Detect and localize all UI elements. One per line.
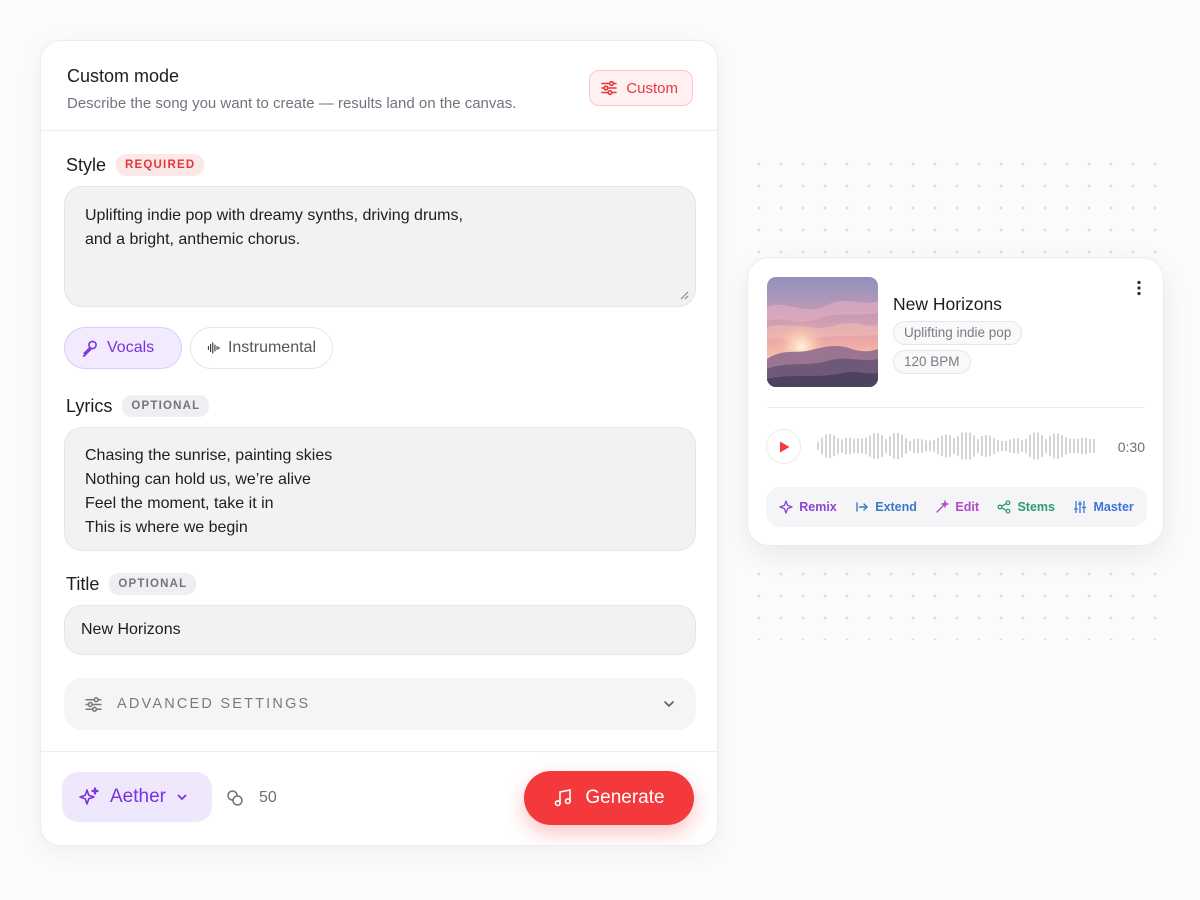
custom-mode-button[interactable]: Custom: [589, 70, 693, 106]
required-badge: REQUIRED: [116, 154, 205, 176]
remix-button[interactable]: Remix: [779, 500, 837, 514]
credits-indicator: 50: [225, 788, 277, 808]
extend-icon: [856, 502, 869, 512]
remix-icon: [779, 500, 793, 514]
album-cover-image: [767, 277, 878, 387]
master-button[interactable]: Master: [1073, 500, 1134, 514]
model-name: Aether: [110, 786, 166, 807]
style-text-line: Uplifting indie pop with dreamy synths, …: [85, 207, 463, 224]
lyrics-line: Chasing the sunrise, painting skies: [85, 447, 333, 464]
remix-label: Remix: [799, 500, 837, 514]
vocals-toggle[interactable]: Vocals: [64, 327, 182, 369]
music-note-icon: [555, 789, 572, 807]
lyrics-section-label: Lyrics OPTIONAL: [66, 395, 210, 417]
track-duration: 0:30: [1117, 439, 1145, 455]
resize-handle-icon[interactable]: [679, 290, 689, 300]
extend-label: Extend: [875, 500, 917, 514]
play-icon: [779, 441, 789, 452]
sliders-icon: [601, 80, 618, 96]
optional-badge: OPTIONAL: [122, 395, 210, 417]
audio-waveform[interactable]: [816, 431, 1098, 461]
title-input[interactable]: New Horizons: [64, 605, 696, 655]
style-textarea[interactable]: Uplifting indie pop with dreamy synths, …: [64, 186, 696, 307]
panel-header: Custom mode Describe the song you want t…: [41, 41, 717, 131]
credits-count: 50: [259, 789, 277, 806]
title-input-value: New Horizons: [81, 621, 181, 638]
genre-tag: Uplifting indie pop: [893, 321, 1023, 345]
more-options-icon[interactable]: [1137, 280, 1141, 296]
canvas-dot-grid: [745, 150, 1175, 255]
bpm-tag: 120 BPM: [893, 350, 971, 374]
advanced-settings-toggle[interactable]: ADVANCED SETTINGS: [64, 678, 696, 730]
title-label: Title: [66, 573, 100, 594]
microphone-icon: [82, 340, 97, 357]
style-label: Style: [66, 154, 107, 175]
chevron-down-icon: [177, 794, 187, 800]
vocals-label: Vocals: [107, 339, 155, 356]
stems-icon: [998, 500, 1011, 514]
optional-badge: OPTIONAL: [109, 573, 197, 595]
track-action-bar: Remix Extend Edit Stems Master: [766, 487, 1147, 527]
audio-waveform-icon: [207, 342, 220, 354]
edit-button[interactable]: Edit: [935, 500, 979, 514]
stems-button[interactable]: Stems: [997, 500, 1055, 514]
style-text-line: and a bright, anthemic chorus.: [85, 231, 301, 248]
stems-label: Stems: [1017, 500, 1055, 514]
panel-title: Custom mode: [67, 66, 180, 86]
instrumental-toggle[interactable]: Instrumental: [190, 327, 333, 369]
lyrics-textarea[interactable]: Chasing the sunrise, painting skies Noth…: [64, 427, 696, 551]
edit-label: Edit: [955, 500, 979, 514]
panel-footer: Aether 50 Generate: [41, 751, 717, 845]
sparkle-icon: [79, 787, 99, 805]
panel-subtitle: Describe the song you want to create — r…: [67, 95, 517, 112]
lyrics-label: Lyrics: [66, 395, 113, 416]
master-label: Master: [1093, 500, 1134, 514]
song-title: New Horizons: [893, 294, 1002, 314]
custom-mode-panel: Custom mode Describe the song you want t…: [40, 40, 718, 846]
canvas-dot-grid: [745, 560, 1175, 640]
extend-button[interactable]: Extend: [855, 500, 917, 514]
card-divider: [767, 407, 1145, 408]
chevron-down-icon: [664, 701, 674, 707]
coins-icon: [227, 790, 243, 806]
master-icon: [1074, 500, 1087, 514]
generate-label: Generate: [585, 787, 665, 808]
generate-button[interactable]: Generate: [524, 771, 694, 825]
model-selector[interactable]: Aether: [62, 772, 212, 822]
lyrics-line: Nothing can hold us, we’re alive: [85, 471, 311, 488]
sliders-icon: [85, 696, 102, 712]
instrumental-label: Instrumental: [227, 339, 316, 356]
lyrics-line: This is where we begin: [85, 519, 248, 536]
style-section-label: Style REQUIRED: [66, 154, 205, 176]
edit-icon: [936, 500, 950, 513]
advanced-settings-label: ADVANCED SETTINGS: [117, 696, 311, 712]
play-button[interactable]: [766, 429, 801, 464]
lyrics-line: Feel the moment, take it in: [85, 495, 274, 512]
custom-mode-label: Custom: [626, 79, 678, 97]
title-section-label: Title OPTIONAL: [66, 573, 197, 595]
song-result-card[interactable]: New Horizons Uplifting indie pop 120 BPM…: [747, 257, 1164, 546]
